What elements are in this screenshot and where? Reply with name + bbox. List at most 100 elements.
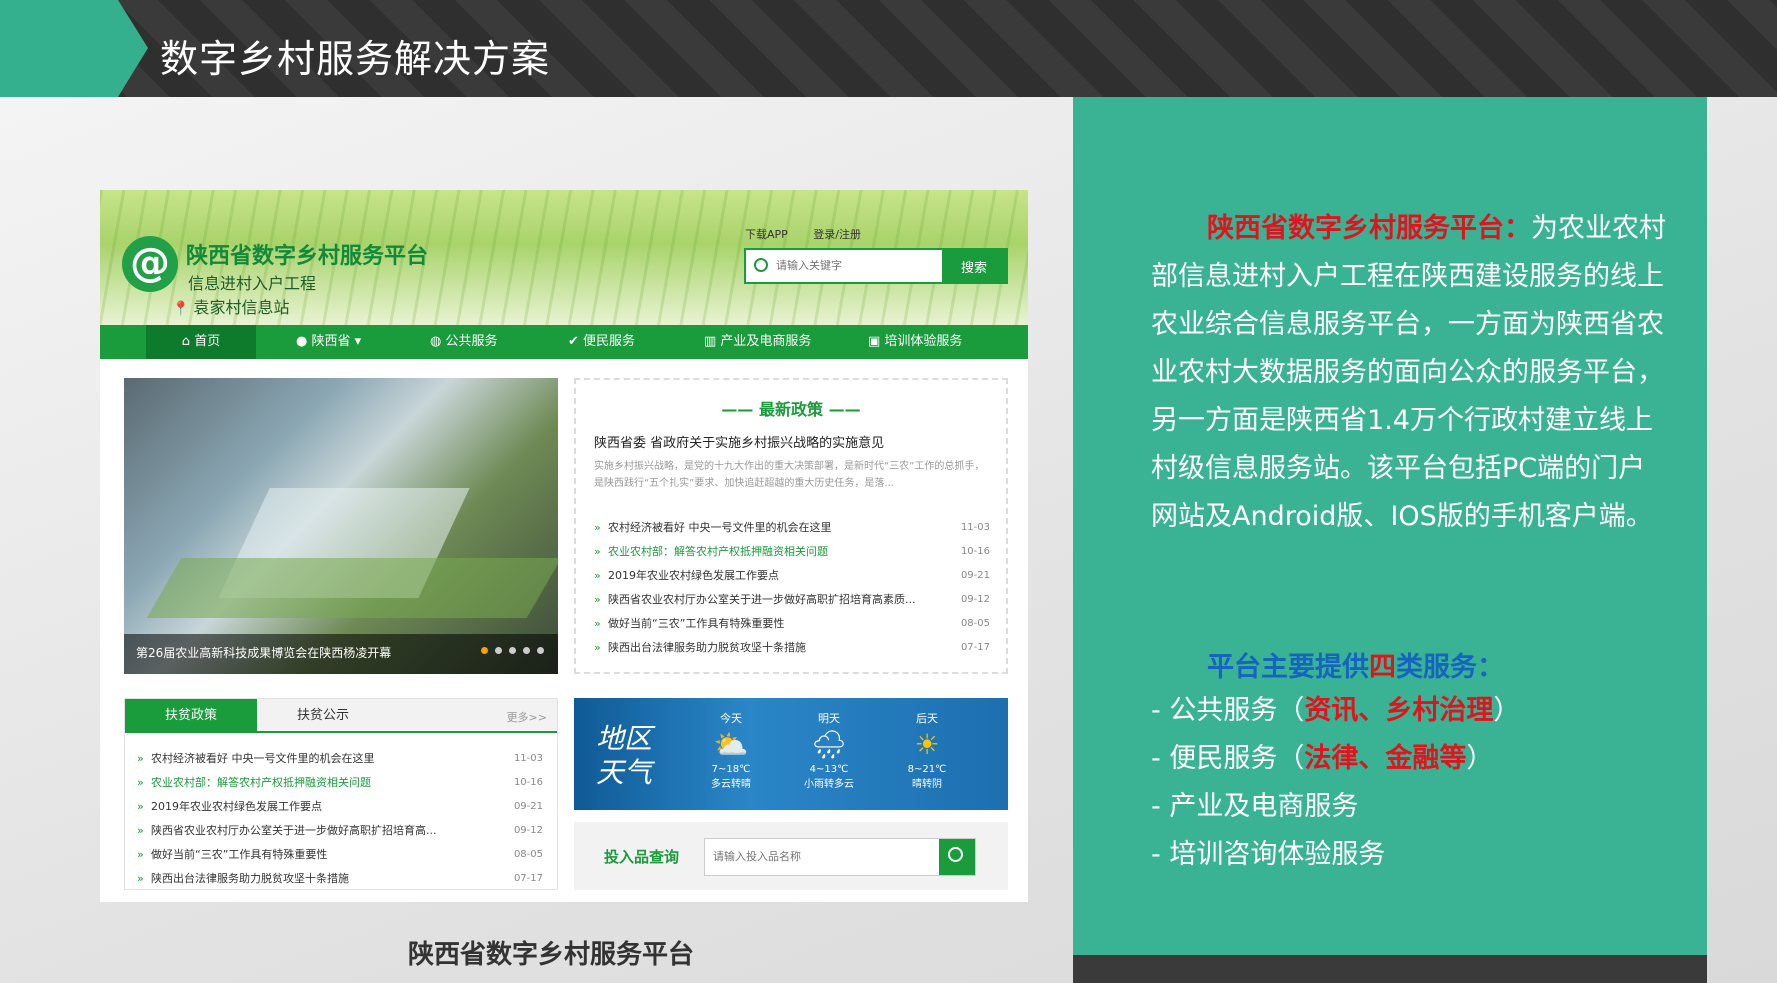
weather-day-today: 今天 ⛅ 7~18℃ 多云转晴 [686,710,776,790]
nav-convenience-services[interactable]: ✔ 便民服务 [568,325,635,359]
news-item[interactable]: 2019年农业农村绿色发展工作要点 09-21 [137,795,543,819]
partly-cloudy-icon: ⛅ [713,728,749,761]
news-date: 11-03 [513,753,543,764]
platform-description-body: 为农业农村部信息进村入户工程在陕西建设服务的线上农业综合信息服务平台，一方面为陕… [1151,213,1666,532]
site-logo-icon[interactable]: @ [122,236,178,292]
weather-title: 地区天气 [596,722,653,789]
main-nav: ⌂ 首页 ● 陕西省 ▾ ◍ 公共服务 ✔ 便民服务 ▥ 产业及电商服务 ▣ 培… [100,325,1028,359]
service-item: - 公共服务（资讯、乡村治理） [1151,695,1521,726]
weather-day-after: 后天 ☀ 8~21℃ 晴转阴 [882,710,972,790]
carousel-photo-model [146,558,558,618]
news-item[interactable]: 农业农村部：解答农村产权抵押融资相关问题 10-16 [594,540,990,564]
lookup-label: 投入品查询 [604,848,680,866]
news-date: 08-05 [960,618,990,629]
news-item[interactable]: 陕西省农业农村厅办公室关于进一步做好高职扩招培育高素质... 09-12 [594,588,990,612]
news-date: 09-21 [960,570,990,581]
nav-industry-ecommerce[interactable]: ▥ 产业及电商服务 [704,325,811,359]
slide-header: 数字乡村服务解决方案 [0,0,1777,97]
screenshot-caption: 陕西省数字乡村服务平台 [408,940,695,970]
website-screenshot: @ 陕西省数字乡村服务平台 信息进村入户工程 📍 袁家村信息站 下载APP 登录/… [100,190,1028,902]
news-item[interactable]: 农业农村部：解答农村产权抵押融资相关问题 10-16 [137,771,543,795]
news-date: 09-12 [513,825,543,836]
platform-description: 陕西省数字乡村服务平台：为农业农村部信息进村入户工程在陕西建设服务的线上农业综合… [1151,205,1671,541]
news-date: 08-05 [513,849,543,860]
news-title: 农业农村部：解答农村产权抵押融资相关问题 [608,545,828,558]
map-pin-icon: 📍 [172,301,190,317]
rain-icon: 🌧 [811,728,847,761]
lookup-input[interactable] [705,839,941,875]
more-link[interactable]: 更多>> [507,709,547,725]
download-app-link[interactable]: 下载APP [745,228,788,241]
building-icon: ▥ [704,334,721,349]
news-item[interactable]: 陕西省农业农村厅办公室关于进一步做好高职扩招培育高... 09-12 [137,819,543,843]
services-list: - 公共服务（资讯、乡村治理） - 便民服务（法律、金融等） - 产业及电商服务… [1151,687,1520,879]
news-title: 做好当前“三农”工作具有特殊重要性 [608,617,785,630]
nav-province[interactable]: ● 陕西省 ▾ [296,325,361,359]
lookup-search-button[interactable] [939,839,975,875]
location-icon: ● [296,334,312,349]
search-input[interactable] [746,250,936,282]
policy-headline[interactable]: 陕西省委 省政府关于实施乡村振兴战略的实施意见 [594,432,884,451]
station-name: 袁家村信息站 [193,298,290,317]
news-title: 陕西出台法律服务助力脱贫攻坚十条措施 [151,872,349,885]
poverty-list: 农村经济被看好 中央一号文件里的机会在这里 11-03 农业农村部：解答农村产权抵押… [137,747,543,891]
tab-poverty-policy[interactable]: 扶贫政策 [125,699,257,733]
lookup-field [704,838,976,876]
news-date: 11-03 [960,522,990,533]
carousel-dots [474,639,544,658]
platform-name: 陕西省数字乡村服务平台： [1207,213,1531,244]
nav-home[interactable]: ⌂ 首页 [146,325,256,359]
carousel-dot[interactable] [537,647,544,654]
policy-title: —— 最新政策 —— [721,400,861,419]
news-title: 陕西出台法律服务助力脱贫攻坚十条措施 [608,641,806,654]
tab-poverty-notice[interactable]: 扶贫公示 [257,699,389,733]
site-search: 搜索 [744,248,1008,284]
description-panel: 陕西省数字乡村服务平台：为农业农村部信息进村入户工程在陕西建设服务的线上农业综合… [1073,97,1707,955]
service-item: - 产业及电商服务 [1151,791,1359,822]
news-item[interactable]: 陕西出台法律服务助力脱贫攻坚十条措施 07-17 [594,636,990,660]
top-links: 下载APP 登录/注册 [745,226,883,242]
site-subtitle: 信息进村入户工程 [188,274,317,293]
globe-icon: ◍ [430,334,446,349]
policy-list: 农村经济被看好 中央一号文件里的机会在这里 11-03 农业农村部：解答农村产权抵押… [594,516,990,660]
search-button[interactable]: 搜索 [942,250,1006,282]
latest-policy-panel: —— 最新政策 —— 陕西省委 省政府关于实施乡村振兴战略的实施意见 实施乡村振… [574,378,1008,674]
carousel-dot[interactable] [509,647,516,654]
news-item[interactable]: 做好当前“三农”工作具有特殊重要性 08-05 [594,612,990,636]
services-heading: 平台主要提供四类服务： [1207,652,1504,683]
news-title: 农业农村部：解答农村产权抵押融资相关问题 [151,776,371,789]
input-lookup: 投入品查询 [574,822,1008,890]
carousel-dot[interactable] [481,647,488,654]
search-icon [948,847,963,862]
news-item[interactable]: 农村经济被看好 中央一号文件里的机会在这里 11-03 [137,747,543,771]
carousel-caption[interactable]: 第26届农业高新科技成果博览会在陕西杨凌开幕 [136,644,391,661]
news-title: 陕西省农业农村厅办公室关于进一步做好高职扩招培育高素质... [608,593,916,606]
policy-summary: 实施乡村振兴战略，是党的十九大作出的重大决策部署，是新时代“三农”工作的总抓手，… [594,461,985,489]
news-date: 09-21 [513,801,543,812]
slide-title: 数字乡村服务解决方案 [160,37,551,81]
news-item[interactable]: 农村经济被看好 中央一号文件里的机会在这里 11-03 [594,516,990,540]
nav-training[interactable]: ▣ 培训体验服务 [868,325,962,359]
poverty-tabs: 扶贫政策 扶贫公示 更多>> [125,699,557,733]
news-title: 做好当前“三农”工作具有特殊重要性 [151,848,328,861]
header-accent-arrow [0,0,148,97]
weather-day-tomorrow: 明天 🌧 4~13℃ 小雨转多云 [784,710,874,790]
news-item[interactable]: 陕西出台法律服务助力脱贫攻坚十条措施 07-17 [137,867,543,891]
station-label: 📍 袁家村信息站 [172,294,289,318]
carousel-dot[interactable] [523,647,530,654]
news-title: 2019年农业农村绿色发展工作要点 [151,800,322,813]
carousel-dot[interactable] [495,647,502,654]
news-title: 2019年农业农村绿色发展工作要点 [608,569,779,582]
news-carousel[interactable]: 第26届农业高新科技成果博览会在陕西杨凌开幕 [124,378,558,674]
training-icon: ▣ [868,334,885,349]
news-title: 农村经济被看好 中央一号文件里的机会在这里 [151,752,375,765]
login-link[interactable]: 登录/注册 [813,228,861,241]
nav-public-services[interactable]: ◍ 公共服务 [430,325,498,359]
home-icon: ⌂ [181,334,195,349]
thumbs-up-icon: ✔ [568,334,584,349]
news-date: 07-17 [513,873,543,884]
news-item[interactable]: 做好当前“三农”工作具有特殊重要性 08-05 [137,843,543,867]
news-item[interactable]: 2019年农业农村绿色发展工作要点 09-21 [594,564,990,588]
chevron-down-icon: ▾ [350,334,362,349]
news-date: 10-16 [513,777,543,788]
